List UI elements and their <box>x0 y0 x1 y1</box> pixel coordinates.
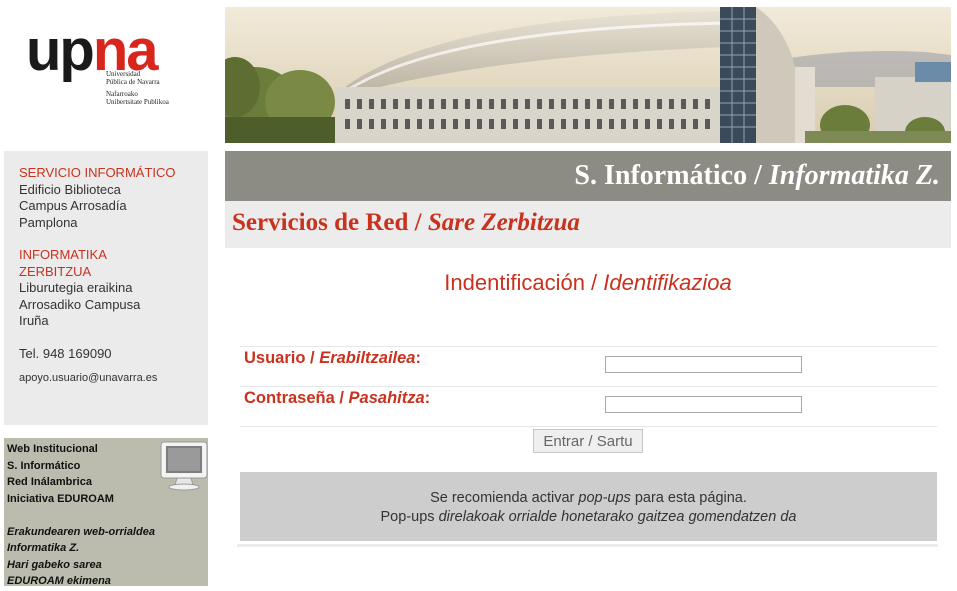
submit-button[interactable]: Entrar / Sartu <box>533 429 643 453</box>
links-panel: Web Institucional S. Informático Red Iná… <box>4 438 209 587</box>
link-web-institucional-eu[interactable]: Erakundearen web-orrialdea <box>7 524 155 541</box>
form-divider <box>240 426 937 427</box>
username-input[interactable] <box>605 356 802 373</box>
link-informatika-eu[interactable]: Informatika Z. <box>7 540 155 557</box>
service-title: S. Informático / Informatika Z. <box>574 160 940 191</box>
password-input[interactable] <box>605 396 802 413</box>
login-title: Indentificación / Identifikazioa <box>444 270 732 295</box>
contact-phone: Tel. 948 169090 <box>19 345 112 361</box>
link-red-inalambrica[interactable]: Red Inálambrica <box>7 474 155 491</box>
link-web-institucional[interactable]: Web Institucional <box>7 441 155 458</box>
contact-line: Arrosadiko Campusa <box>19 296 141 312</box>
popup-notice: Se recomienda activar pop-ups para esta … <box>240 472 937 541</box>
campus-banner-image <box>225 7 951 143</box>
contact-line: Edificio Biblioteca <box>19 181 121 197</box>
contact-line: Campus Arrosadía <box>19 198 127 213</box>
contact-line: Liburutegia eraikina <box>19 280 133 295</box>
link-hari-gabeko-eu[interactable]: Hari gabeko sarea <box>7 557 155 574</box>
contact-title-eu: INFORMATIKA <box>19 247 107 262</box>
contact-title-eu: ZERBITZUA <box>19 263 92 279</box>
contact-panel: SERVICIO INFORMÁTICO Edificio Biblioteca… <box>4 151 208 425</box>
popup-notice-es: Se recomienda activar pop-ups para esta … <box>430 490 747 506</box>
contact-line: Pamplona <box>19 214 78 230</box>
monitor-icon <box>159 441 209 491</box>
link-eduroam-eu[interactable]: EDUROAM ekimena <box>7 573 155 590</box>
bottom-divider <box>237 544 938 547</box>
logo-subtitle: Universidad Pública de Navarra Nafarroak… <box>106 70 169 106</box>
contact-title-es: SERVICIO INFORMÁTICO <box>19 165 176 180</box>
form-divider <box>240 346 937 347</box>
popup-notice-eu: Pop-ups direlakoak orrialde honetarako g… <box>380 509 797 525</box>
contact-email-link[interactable]: apoyo.usuario@unavarra.es <box>19 370 176 387</box>
password-label: Contraseña / Pasahitza: <box>244 389 431 407</box>
network-title: Servicios de Red / Sare Zerbitzua <box>232 209 580 236</box>
username-label: Usuario / Erabiltzailea: <box>244 349 421 367</box>
upna-logo[interactable]: upna Universidad Pública de Navarra Nafa… <box>26 20 201 110</box>
network-header: Servicios de Red / Sare Zerbitzua <box>225 201 951 248</box>
service-header: S. Informático / Informatika Z. <box>225 151 951 201</box>
link-eduroam[interactable]: Iniciativa EDUROAM <box>7 491 155 508</box>
contact-line: Iruña <box>19 313 49 328</box>
form-divider <box>240 386 937 387</box>
link-servicio-informatico[interactable]: S. Informático <box>7 458 155 475</box>
